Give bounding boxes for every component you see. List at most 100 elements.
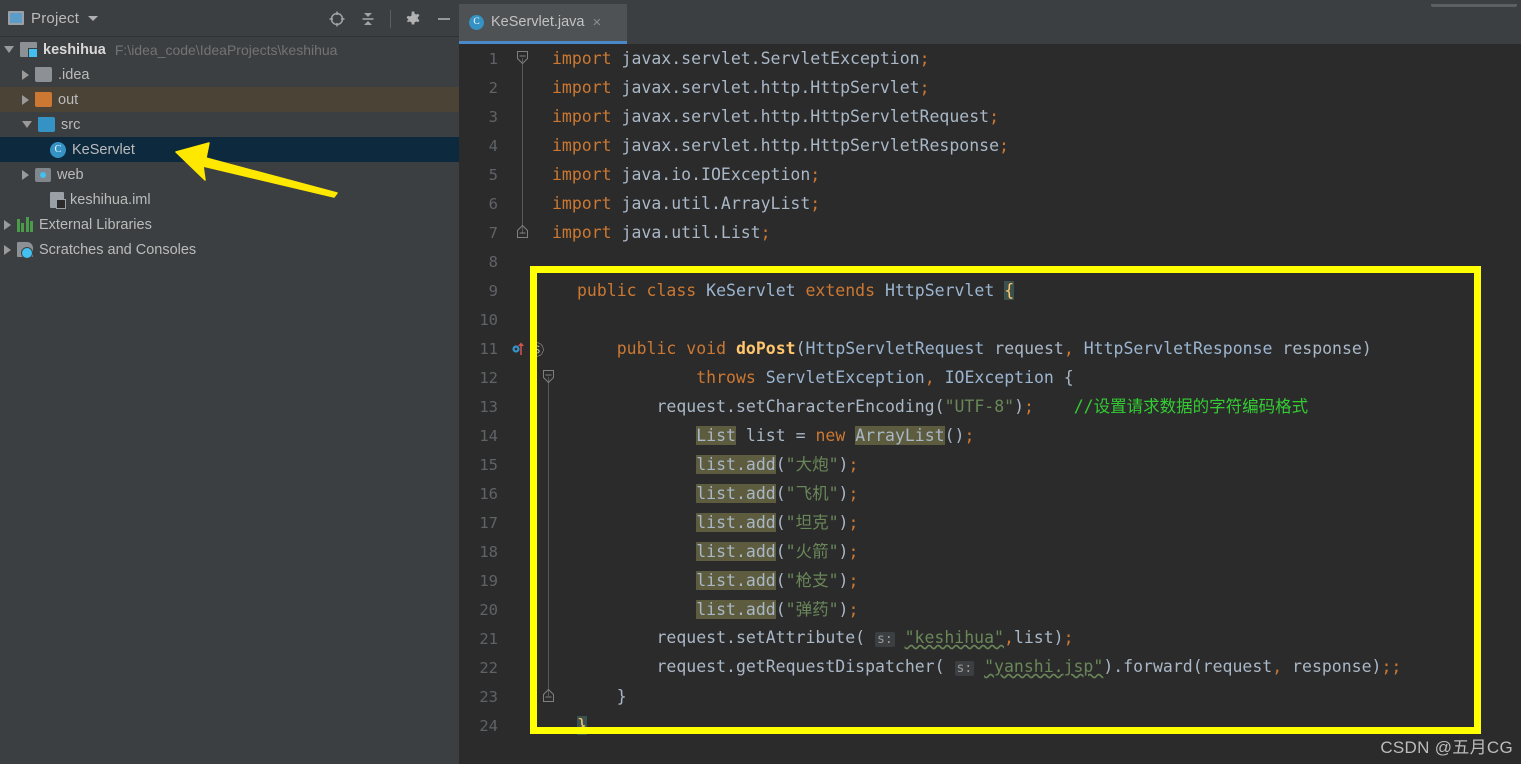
tree-node-keservlet[interactable]: C KeServlet — [0, 137, 459, 162]
code-line: 3 import javax.servlet.http.HttpServletR… — [459, 102, 1521, 131]
code-line: 4 import javax.servlet.http.HttpServletR… — [459, 131, 1521, 160]
twisty-right-icon[interactable] — [22, 170, 29, 180]
gutter[interactable] — [506, 624, 552, 653]
code-line: 13 request.setCharacterEncoding("UTF-8")… — [459, 392, 1521, 421]
gutter[interactable] — [506, 537, 552, 566]
gutter[interactable] — [506, 73, 552, 102]
project-tool-window: Project — [0, 0, 459, 764]
twisty-right-icon[interactable] — [22, 95, 29, 105]
gutter[interactable] — [506, 189, 552, 218]
twisty-down-icon[interactable] — [22, 121, 32, 128]
collapse-all-icon[interactable] — [359, 10, 377, 28]
code-line-text: List list = new ArrayList(); — [552, 421, 974, 450]
code-line-text: import javax.servlet.http.HttpServletRes… — [552, 131, 1009, 160]
tab-keservlet-java[interactable]: C KeServlet.java × — [459, 3, 627, 44]
twisty-right-icon[interactable] — [4, 220, 11, 230]
project-file-tree[interactable]: keshihua F:\idea_code\IdeaProjects\keshi… — [0, 37, 459, 262]
gutter[interactable] — [506, 566, 552, 595]
tree-node-label: External Libraries — [39, 217, 152, 233]
gear-icon[interactable] — [404, 10, 422, 28]
fold-start-icon[interactable] — [543, 370, 554, 383]
parameter-hint: s: — [875, 632, 895, 647]
module-icon — [20, 42, 37, 57]
line-number: 21 — [459, 630, 506, 648]
code-line-text: request.getRequestDispatcher( s: "yanshi… — [552, 652, 1401, 683]
gutter[interactable] — [506, 363, 552, 392]
tree-node-scratches[interactable]: Scratches and Consoles — [0, 237, 459, 262]
minimize-icon[interactable] — [435, 10, 453, 28]
code-line: 15 list.add("大炮"); — [459, 450, 1521, 479]
line-number: 13 — [459, 398, 506, 416]
gutter[interactable] — [506, 711, 552, 740]
tree-node-label: out — [58, 92, 78, 108]
twisty-down-icon[interactable] — [4, 46, 14, 53]
line-number: 7 — [459, 224, 506, 242]
gutter[interactable] — [506, 595, 552, 624]
code-line: 6 import java.util.ArrayList; — [459, 189, 1521, 218]
tree-node-src[interactable]: src — [0, 112, 459, 137]
code-line-text: import java.util.ArrayList; — [552, 189, 820, 218]
fold-start-icon[interactable] — [517, 51, 528, 64]
code-content[interactable]: 1 import javax.servlet.ServletException;… — [459, 44, 1521, 764]
gutter[interactable] — [506, 508, 552, 537]
gutter[interactable] — [506, 421, 552, 450]
code-line: 18 list.add("火箭"); — [459, 537, 1521, 566]
gutter[interactable]: Ⓢ — [506, 334, 552, 363]
gutter[interactable] — [506, 305, 552, 334]
tree-node-external-libraries[interactable]: External Libraries — [0, 212, 459, 237]
parameter-hint: s: — [955, 661, 975, 676]
gutter[interactable] — [506, 102, 552, 131]
code-line-text: list.add("坦克"); — [552, 508, 858, 537]
gutter[interactable] — [506, 160, 552, 189]
folder-icon — [38, 117, 55, 132]
code-line-text: list.add("弹药"); — [552, 595, 858, 624]
line-number: 4 — [459, 137, 506, 155]
code-line: 21 request.setAttribute( s: "keshihua",l… — [459, 624, 1521, 653]
code-line-text: import java.io.IOException; — [552, 160, 820, 189]
tree-node-iml[interactable]: keshihua.iml — [0, 187, 459, 212]
tree-node-idea[interactable]: .idea — [0, 62, 459, 87]
code-line: 17 list.add("坦克"); — [459, 508, 1521, 537]
code-line: 16 list.add("飞机"); — [459, 479, 1521, 508]
tree-node-label: keshihua — [43, 42, 106, 58]
code-line-text: import javax.servlet.http.HttpServletReq… — [552, 102, 999, 131]
twisty-right-icon[interactable] — [4, 245, 11, 255]
override-method-icon[interactable] — [512, 341, 526, 356]
gutter[interactable] — [506, 276, 552, 305]
gutter[interactable] — [506, 682, 552, 711]
gutter[interactable] — [506, 653, 552, 682]
gutter[interactable] — [506, 131, 552, 160]
twisty-right-icon[interactable] — [22, 70, 29, 80]
gutter[interactable] — [506, 392, 552, 421]
folder-icon — [35, 92, 52, 107]
line-number: 6 — [459, 195, 506, 213]
line-number: 19 — [459, 572, 506, 590]
annotation-marker-icon[interactable]: Ⓢ — [530, 340, 544, 360]
watermark: CSDN @五月CG — [1380, 733, 1513, 758]
libraries-icon — [17, 217, 33, 232]
gutter[interactable] — [506, 247, 552, 276]
code-line-text: throws ServletException, IOException { — [552, 363, 1074, 392]
fold-end-icon[interactable] — [517, 225, 528, 238]
tree-node-path: F:\idea_code\IdeaProjects\keshihua — [115, 42, 338, 58]
tree-node-out[interactable]: out — [0, 87, 459, 112]
code-line: 12 throws ServletException, IOException … — [459, 363, 1521, 392]
code-line-text: request.setCharacterEncoding("UTF-8"); /… — [552, 392, 1308, 421]
locate-icon[interactable] — [328, 10, 346, 28]
chevron-down-icon[interactable] — [88, 16, 98, 21]
code-line-text: list.add("枪支"); — [552, 566, 858, 595]
close-icon[interactable]: × — [593, 15, 602, 30]
fold-end-icon[interactable] — [543, 689, 554, 702]
window-top-edge — [0, 0, 1521, 4]
code-line-text: list.add("飞机"); — [552, 479, 858, 508]
gutter[interactable] — [506, 479, 552, 508]
gutter[interactable] — [506, 450, 552, 479]
code-line: 1 import javax.servlet.ServletException; — [459, 44, 1521, 73]
gutter[interactable] — [506, 44, 552, 73]
code-line: 5 import java.io.IOException; — [459, 160, 1521, 189]
code-line-text: request.setAttribute( s: "keshihua",list… — [552, 623, 1074, 654]
tree-node-web[interactable]: web — [0, 162, 459, 187]
tree-node-keshihua[interactable]: keshihua F:\idea_code\IdeaProjects\keshi… — [0, 37, 459, 62]
code-line-text: import javax.servlet.http.HttpServlet; — [552, 73, 930, 102]
gutter[interactable] — [506, 218, 552, 247]
